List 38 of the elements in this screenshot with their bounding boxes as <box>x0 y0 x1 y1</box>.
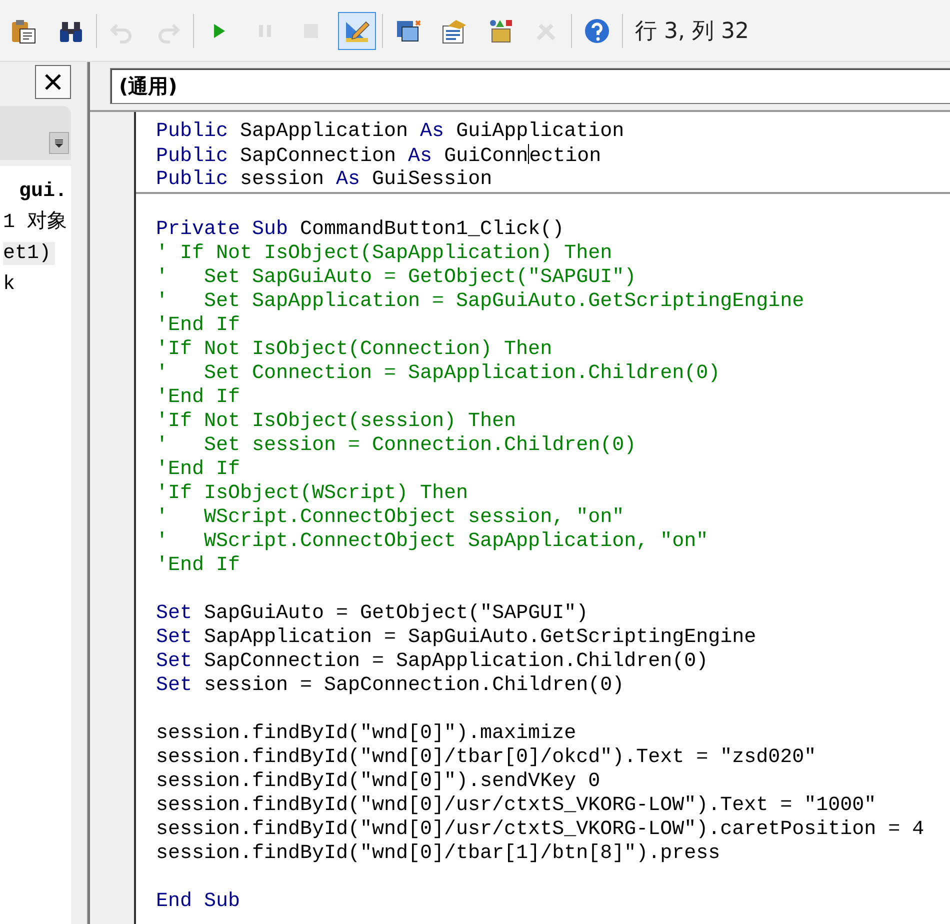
code-line: 'End If <box>156 314 242 338</box>
code-line: Private Sub CommandButton1_Click() <box>156 218 566 242</box>
cursor-position: 行 3, 列 32 <box>634 18 749 46</box>
code-line: Public SapApplication As GuiApplication <box>156 120 626 144</box>
property-text[interactable]: k <box>3 273 20 296</box>
code-line: ' Set SapApplication = SapGuiAuto.GetScriptingEngine <box>156 290 806 314</box>
code-line: ' WScript.ConnectObject SapApplication, "on" <box>156 530 710 554</box>
close-button[interactable] <box>35 65 71 99</box>
code-line: End Sub <box>156 890 242 914</box>
code-line: Set SapApplication = SapGuiAuto.GetScriptingEngine <box>156 626 758 650</box>
code-line: Set session = SapConnection.Children(0) <box>156 674 626 698</box>
code-line: Public SapConnection As GuiConnection <box>156 144 602 168</box>
code-line: session.findById("wnd[0]/tbar[1]/btn[8]").press <box>156 842 722 866</box>
code-line: Set SapConnection = SapApplication.Children(0) <box>156 650 710 674</box>
help-icon <box>583 16 611 44</box>
code-line: ' Set Connection = SapApplication.Children(0) <box>156 362 722 386</box>
property-text[interactable]: 1 对象 <box>3 211 72 234</box>
code-line: 'If Not IsObject(Connection) Then <box>156 338 554 362</box>
code-line: ' WScript.ConnectObject session, "on" <box>156 506 626 530</box>
code-line: 'If IsObject(WScript) Then <box>156 482 470 506</box>
code-line: session.findById("wnd[0]/tbar[0]/okcd").Text = "zsd020" <box>156 746 818 770</box>
code-line: ' If Not IsObject(SapApplication) Then <box>156 242 614 266</box>
code-line: Set SapGuiAuto = GetObject("SAPGUI") <box>156 602 590 626</box>
code-line: 'End If <box>156 458 242 482</box>
code-line: 'End If <box>156 386 242 410</box>
object-combo[interactable]: (通用) <box>110 68 950 104</box>
code-line: session.findById("wnd[0]/usr/ctxtS_VKORG-LOW").caretPosition = 4 <box>156 818 926 842</box>
property-text[interactable]: gui. <box>18 180 71 203</box>
code-line: Public session As GuiSession <box>156 168 494 192</box>
close-icon <box>43 72 63 92</box>
code-line: ' Set session = Connection.Children(0) <box>156 434 638 458</box>
code-line: session.findById("wnd[0]").sendVKey 0 <box>156 770 602 794</box>
code-line: ' Set SapGuiAuto = GetObject("SAPGUI") <box>156 266 638 290</box>
code-line: 'End If <box>156 554 242 578</box>
code-line: session.findById("wnd[0]/usr/ctxtS_VKORG-LOW").Text = "1000" <box>156 794 878 818</box>
code-line: 'If Not IsObject(session) Then <box>156 410 518 434</box>
code-line: session.findById("wnd[0]").maximize <box>156 722 578 746</box>
property-text[interactable]: et1) <box>3 242 56 265</box>
